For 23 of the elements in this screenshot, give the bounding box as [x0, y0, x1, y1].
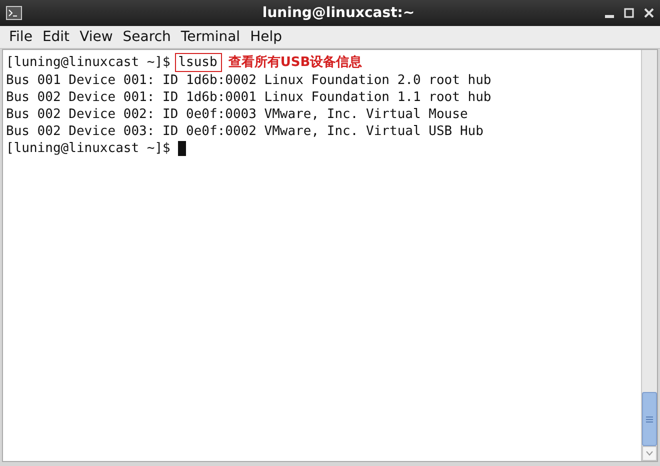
shell-prompt: [luning@linuxcast ~]$: [6, 140, 172, 157]
close-icon[interactable]: [644, 8, 654, 18]
menu-item[interactable]: File: [4, 29, 38, 45]
output-line: Bus 001 Device 001: ID 1d6b:0002 Linux Foundation 2.0 root hub: [6, 72, 492, 89]
maximize-icon[interactable]: [624, 8, 634, 18]
chevron-down-icon: [646, 451, 653, 456]
terminal-icon: [6, 6, 22, 20]
annotation-text: 查看所有USB设备信息: [228, 54, 362, 71]
output-line: Bus 002 Device 003: ID 0e0f:0002 VMware, Inc. Virtual USB Hub: [6, 123, 484, 140]
menu-item[interactable]: Terminal: [176, 29, 246, 45]
window-title: luning@linuxcast:~: [261, 5, 415, 21]
grip-icon: [646, 416, 653, 422]
menu-item[interactable]: Search: [118, 29, 176, 45]
output-line: Bus 002 Device 002: ID 0e0f:0003 VMware, Inc. Virtual Mouse: [6, 106, 468, 123]
scroll-thumb[interactable]: [642, 392, 657, 446]
menu-item[interactable]: Help: [245, 29, 287, 45]
command-text: lsusb: [175, 53, 222, 72]
menu-item[interactable]: Edit: [37, 29, 75, 45]
shell-prompt: [luning@linuxcast ~]$: [6, 54, 172, 71]
cursor: [178, 141, 186, 156]
menu-item[interactable]: View: [74, 29, 118, 45]
output-line: Bus 002 Device 001: ID 1d6b:0001 Linux Foundation 1.1 root hub: [6, 89, 492, 106]
scrollbar[interactable]: [641, 50, 657, 461]
